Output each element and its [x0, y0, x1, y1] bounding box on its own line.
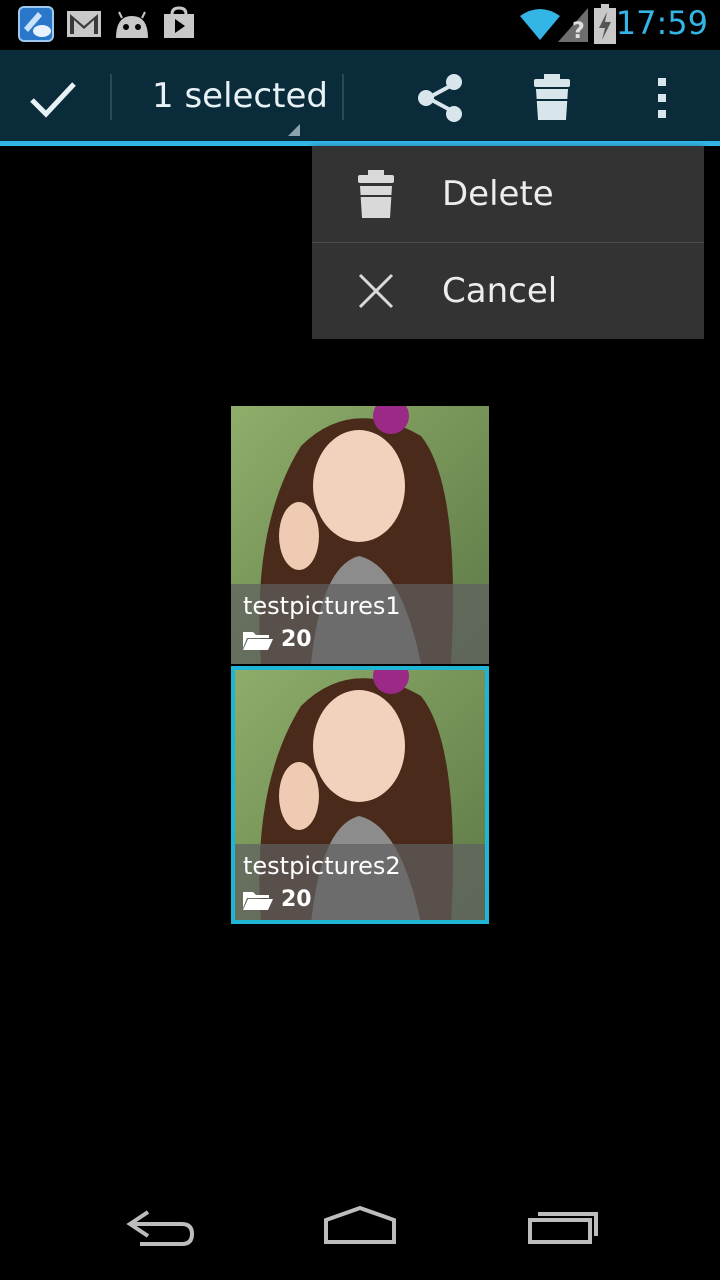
album-name: testpictures1 [243, 592, 401, 620]
overflow-menu-button[interactable] [620, 50, 710, 142]
menu-item-label: Delete [442, 174, 554, 214]
clock: 17:59 [615, 4, 708, 42]
divider [110, 74, 112, 120]
overflow-popup-menu: Delete Cancel [312, 146, 704, 339]
gmail-icon [66, 10, 102, 42]
menu-item-cancel[interactable]: Cancel [312, 243, 704, 339]
svg-text:?: ? [572, 19, 585, 42]
navigation-bar [0, 1184, 720, 1280]
share-button[interactable] [396, 50, 486, 142]
selection-highlight [231, 666, 489, 924]
album-tile-testpictures1[interactable]: testpictures1 20 [231, 406, 489, 664]
overflow-menu-icon [658, 78, 666, 118]
album-tile-testpictures2[interactable]: testpictures2 20 [231, 666, 489, 924]
wifi-icon [520, 8, 560, 44]
contextual-action-bar: 1 selected [0, 50, 720, 142]
close-icon [358, 273, 394, 309]
menu-item-delete[interactable]: Delete [312, 146, 704, 242]
menu-item-label: Cancel [442, 271, 558, 311]
album-photo-count: 20 [281, 627, 312, 652]
recent-apps-icon [528, 1212, 598, 1244]
spinner-indicator-icon [288, 124, 300, 136]
divider [342, 74, 344, 120]
trash-icon [358, 170, 394, 218]
folder-icon [243, 632, 273, 650]
status-bar: ? 17:59 [0, 0, 720, 50]
share-icon [418, 74, 462, 122]
done-check-icon [30, 82, 76, 118]
selection-count-spinner[interactable]: 1 selected [152, 76, 328, 116]
delete-button[interactable] [508, 50, 598, 142]
intel-app-icon [18, 6, 54, 46]
back-icon [126, 1210, 195, 1246]
signal-unknown-icon: ? [558, 8, 588, 46]
done-button[interactable] [0, 50, 108, 142]
android-icon [114, 10, 150, 44]
play-store-icon [162, 6, 196, 44]
home-icon [324, 1205, 396, 1244]
recent-apps-button[interactable] [502, 1202, 622, 1262]
trash-icon [534, 74, 570, 120]
back-button[interactable] [100, 1202, 220, 1262]
battery-charging-icon [594, 4, 616, 48]
home-button[interactable] [300, 1202, 420, 1262]
